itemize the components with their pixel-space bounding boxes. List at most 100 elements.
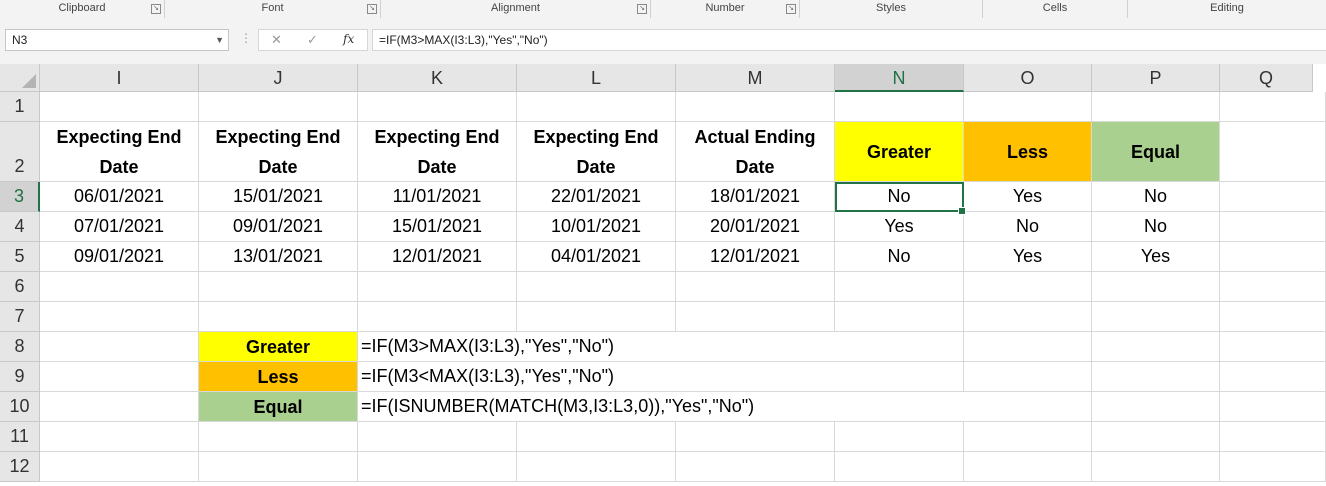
- cell-j6[interactable]: [199, 272, 358, 302]
- cell-q5[interactable]: [1220, 242, 1326, 272]
- cell-i6[interactable]: [40, 272, 199, 302]
- cell-n6[interactable]: [835, 272, 964, 302]
- header-cell-greater[interactable]: Greater: [835, 122, 964, 182]
- cancel-icon[interactable]: ✕: [271, 32, 282, 48]
- cell-k12[interactable]: [358, 452, 517, 482]
- cell-o4[interactable]: No: [964, 212, 1092, 242]
- formula-input[interactable]: =IF(M3>MAX(I3:L3),"Yes","No"): [372, 29, 1326, 51]
- legend-less[interactable]: Less: [199, 362, 358, 392]
- name-box[interactable]: N3 ▼: [5, 29, 229, 51]
- cell-i9[interactable]: [40, 362, 199, 392]
- legend-equal[interactable]: Equal: [199, 392, 358, 422]
- cell-p4[interactable]: No: [1092, 212, 1220, 242]
- cell-p9[interactable]: [1092, 362, 1220, 392]
- cell-m11[interactable]: [676, 422, 835, 452]
- cell-k3[interactable]: 11/01/2021: [358, 182, 517, 212]
- chevron-down-icon[interactable]: ▼: [215, 30, 224, 50]
- insert-function-icon[interactable]: fx: [343, 32, 354, 46]
- cell-p11[interactable]: [1092, 422, 1220, 452]
- cell-j3[interactable]: 15/01/2021: [199, 182, 358, 212]
- enter-icon[interactable]: ✓: [307, 32, 318, 48]
- cell-n8[interactable]: [835, 332, 964, 362]
- cell-q4[interactable]: [1220, 212, 1326, 242]
- more-options-icon[interactable]: ⋮: [240, 31, 252, 45]
- column-header-o[interactable]: O: [964, 64, 1092, 92]
- column-header-m[interactable]: M: [676, 64, 835, 92]
- cell-l3[interactable]: 22/01/2021: [517, 182, 676, 212]
- cell-m5[interactable]: 12/01/2021: [676, 242, 835, 272]
- row-header-2[interactable]: 2: [0, 122, 40, 182]
- cell-i5[interactable]: 09/01/2021: [40, 242, 199, 272]
- row-header-5[interactable]: 5: [0, 242, 40, 272]
- cell-n7[interactable]: [835, 302, 964, 332]
- cell-j7[interactable]: [199, 302, 358, 332]
- dialog-launcher-icon[interactable]: ↘: [151, 4, 161, 14]
- cell-m1[interactable]: [676, 92, 835, 122]
- cell-o8[interactable]: [964, 332, 1092, 362]
- cell-q2[interactable]: [1220, 122, 1326, 182]
- cell-q3[interactable]: [1220, 182, 1326, 212]
- cell-i11[interactable]: [40, 422, 199, 452]
- header-cell-m2[interactable]: Actual Ending Date: [676, 122, 835, 182]
- cell-i4[interactable]: 07/01/2021: [40, 212, 199, 242]
- cell-o3[interactable]: Yes: [964, 182, 1092, 212]
- legend-greater[interactable]: Greater: [199, 332, 358, 362]
- select-all-button[interactable]: [0, 64, 40, 92]
- cell-q1[interactable]: [1220, 92, 1326, 122]
- cell-q7[interactable]: [1220, 302, 1326, 332]
- cell-p12[interactable]: [1092, 452, 1220, 482]
- cell-i3[interactable]: 06/01/2021: [40, 182, 199, 212]
- row-header-8[interactable]: 8: [0, 332, 40, 362]
- cell-p1[interactable]: [1092, 92, 1220, 122]
- cell-n9[interactable]: [835, 362, 964, 392]
- cell-n1[interactable]: [835, 92, 964, 122]
- cell-p5[interactable]: Yes: [1092, 242, 1220, 272]
- cell-j11[interactable]: [199, 422, 358, 452]
- cell-k6[interactable]: [358, 272, 517, 302]
- column-header-j[interactable]: J: [199, 64, 358, 92]
- cell-l4[interactable]: 10/01/2021: [517, 212, 676, 242]
- cell-j12[interactable]: [199, 452, 358, 482]
- dialog-launcher-icon[interactable]: ↘: [367, 4, 377, 14]
- cell-n11[interactable]: [835, 422, 964, 452]
- cell-i12[interactable]: [40, 452, 199, 482]
- cell-l7[interactable]: [517, 302, 676, 332]
- column-header-i[interactable]: I: [40, 64, 199, 92]
- fill-handle[interactable]: [958, 207, 966, 215]
- cell-k11[interactable]: [358, 422, 517, 452]
- row-header-9[interactable]: 9: [0, 362, 40, 392]
- cell-l5[interactable]: 04/01/2021: [517, 242, 676, 272]
- cell-n3-active[interactable]: No: [835, 182, 964, 212]
- row-header-10[interactable]: 10: [0, 392, 40, 422]
- cell-j4[interactable]: 09/01/2021: [199, 212, 358, 242]
- cell-m12[interactable]: [676, 452, 835, 482]
- cell-l11[interactable]: [517, 422, 676, 452]
- header-cell-equal[interactable]: Equal: [1092, 122, 1220, 182]
- cell-m6[interactable]: [676, 272, 835, 302]
- cell-k5[interactable]: 12/01/2021: [358, 242, 517, 272]
- cell-o6[interactable]: [964, 272, 1092, 302]
- cell-n5[interactable]: No: [835, 242, 964, 272]
- formula-text-greater[interactable]: =IF(M3>MAX(I3:L3),"Yes","No"): [358, 332, 835, 362]
- cell-p6[interactable]: [1092, 272, 1220, 302]
- cell-l1[interactable]: [517, 92, 676, 122]
- cell-q10[interactable]: [1220, 392, 1326, 422]
- cell-q9[interactable]: [1220, 362, 1326, 392]
- cell-i8[interactable]: [40, 332, 199, 362]
- cell-o11[interactable]: [964, 422, 1092, 452]
- cell-q8[interactable]: [1220, 332, 1326, 362]
- dialog-launcher-icon[interactable]: ↘: [786, 4, 796, 14]
- column-header-p[interactable]: P: [1092, 64, 1220, 92]
- cell-p7[interactable]: [1092, 302, 1220, 332]
- formula-text-less[interactable]: =IF(M3<MAX(I3:L3),"Yes","No"): [358, 362, 835, 392]
- cell-q12[interactable]: [1220, 452, 1326, 482]
- dialog-launcher-icon[interactable]: ↘: [637, 4, 647, 14]
- cell-n12[interactable]: [835, 452, 964, 482]
- column-header-l[interactable]: L: [517, 64, 676, 92]
- cell-i1[interactable]: [40, 92, 199, 122]
- cell-n4[interactable]: Yes: [835, 212, 964, 242]
- row-header-12[interactable]: 12: [0, 452, 40, 482]
- cell-p3[interactable]: No: [1092, 182, 1220, 212]
- cell-l12[interactable]: [517, 452, 676, 482]
- cell-q11[interactable]: [1220, 422, 1326, 452]
